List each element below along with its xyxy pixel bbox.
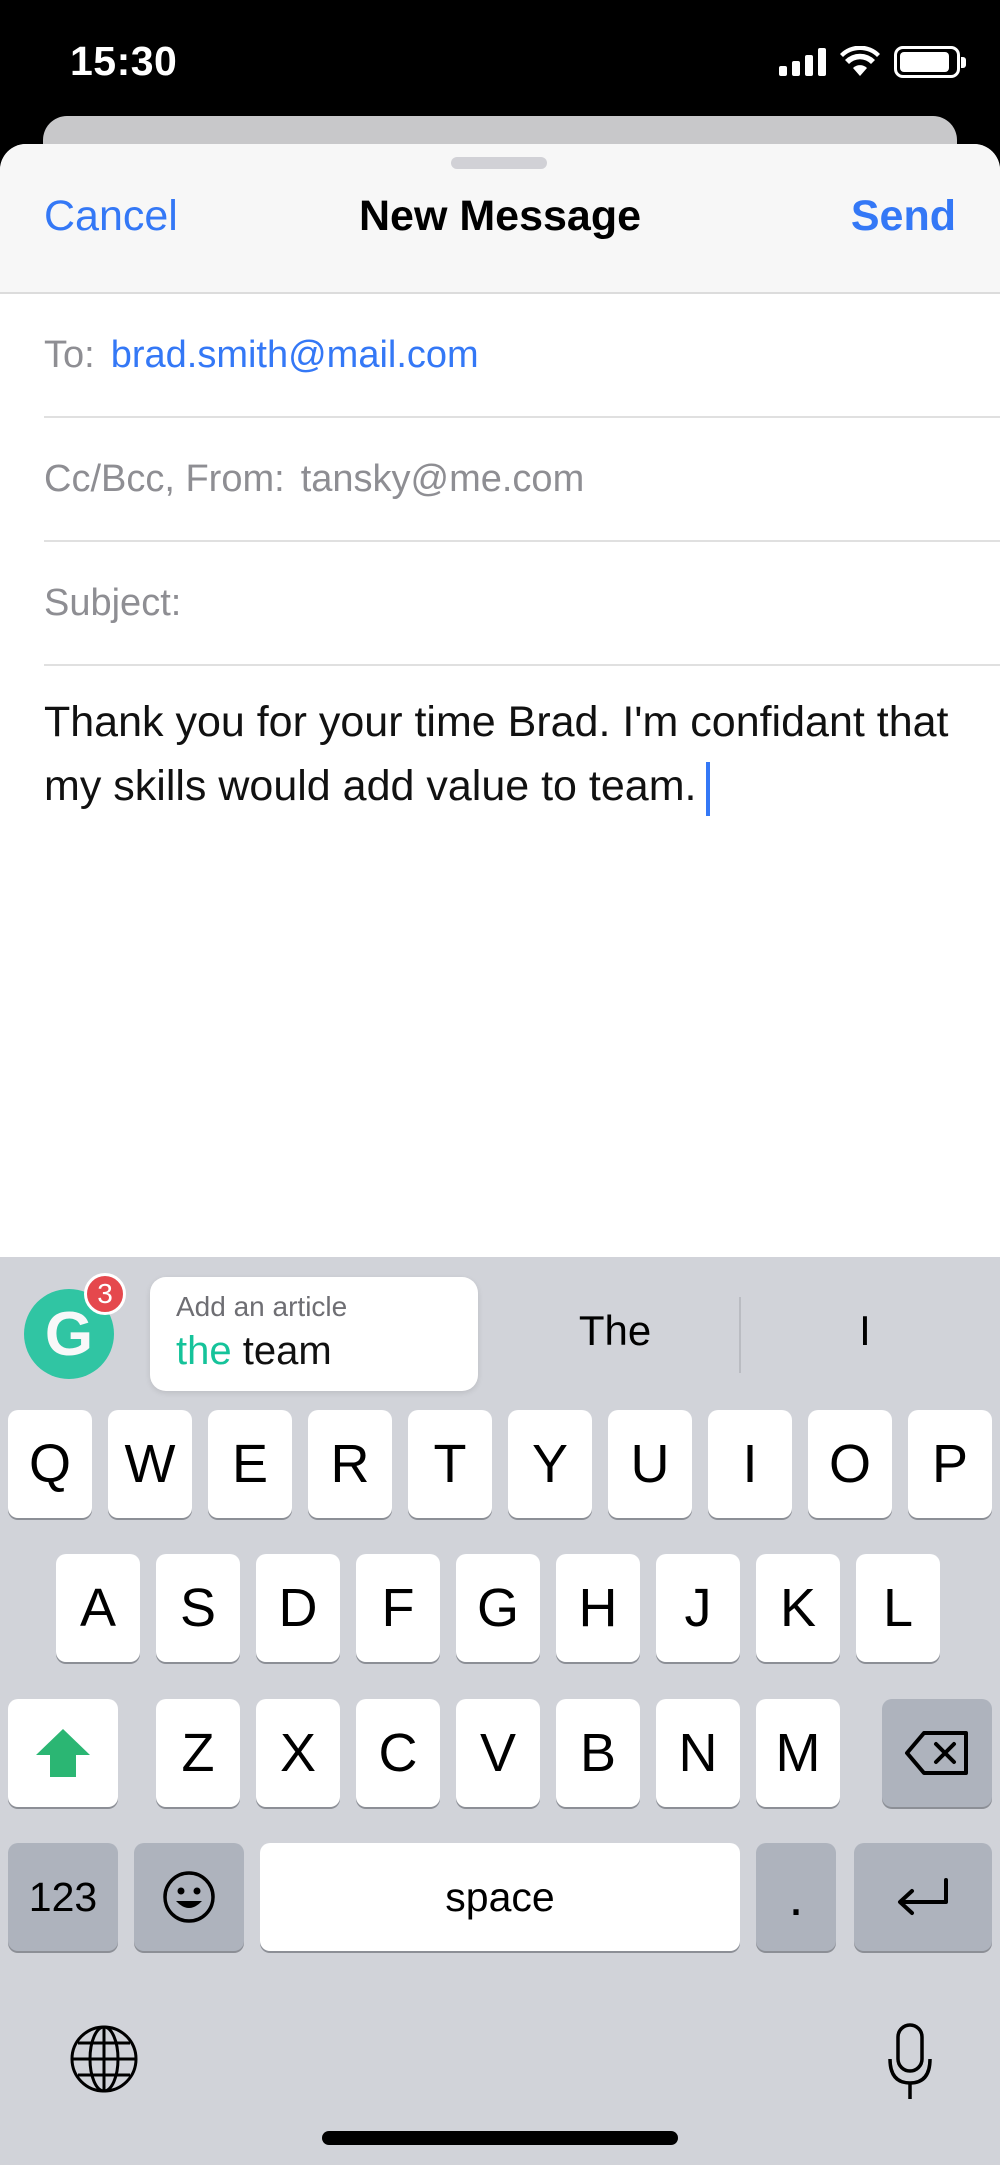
send-button[interactable]: Send: [851, 192, 956, 241]
key-d[interactable]: D: [256, 1554, 340, 1662]
battery-icon: [894, 46, 966, 78]
grammarly-badge: 3: [84, 1273, 126, 1315]
key-u[interactable]: U: [608, 1410, 692, 1518]
key-g[interactable]: G: [456, 1554, 540, 1662]
key-v[interactable]: V: [456, 1699, 540, 1807]
microphone-icon[interactable]: [884, 2023, 936, 2103]
status-icons: [779, 44, 966, 80]
key-t[interactable]: T: [408, 1410, 492, 1518]
suggested-word: team: [242, 1329, 332, 1373]
message-body[interactable]: Thank you for your time Brad. I'm confid…: [44, 690, 964, 818]
prediction-divider: [739, 1297, 741, 1373]
key-p[interactable]: P: [908, 1410, 992, 1518]
compose-nav-bar: New Message Cancel Send: [0, 144, 1000, 294]
cellular-signal-icon: [779, 48, 826, 76]
key-b[interactable]: B: [556, 1699, 640, 1807]
shift-arrow-icon: [36, 1729, 90, 1777]
shift-key[interactable]: [8, 1699, 118, 1807]
key-h[interactable]: H: [556, 1554, 640, 1662]
emoji-key[interactable]: [134, 1843, 244, 1951]
subject-field[interactable]: Subject:: [44, 542, 1000, 666]
suggestion-card-title: Add an article: [176, 1291, 348, 1322]
key-f[interactable]: F: [356, 1554, 440, 1662]
delete-key[interactable]: [882, 1699, 992, 1807]
backspace-icon: [905, 1731, 968, 1775]
key-c[interactable]: C: [356, 1699, 440, 1807]
suggested-article: the: [176, 1329, 232, 1373]
wifi-icon: [840, 46, 880, 76]
key-a[interactable]: A: [56, 1554, 140, 1662]
key-e[interactable]: E: [208, 1410, 292, 1518]
sheet-grabber[interactable]: [451, 157, 547, 169]
mail-compose-screen: 15:30 New Message Cancel Send To: brad.s…: [0, 0, 1000, 2165]
message-body-text: Thank you for your time Brad. I'm confid…: [44, 698, 949, 810]
key-x[interactable]: X: [256, 1699, 340, 1807]
key-o[interactable]: O: [808, 1410, 892, 1518]
key-j[interactable]: J: [656, 1554, 740, 1662]
key-r[interactable]: R: [308, 1410, 392, 1518]
return-key[interactable]: [854, 1843, 992, 1951]
period-key[interactable]: .: [756, 1843, 836, 1951]
status-bar: 15:30: [0, 0, 1000, 120]
home-indicator[interactable]: [322, 2131, 678, 2145]
suggestion-bar: G 3 Add an article the team The I: [0, 1257, 1000, 1407]
status-time: 15:30: [70, 38, 178, 84]
numbers-key[interactable]: 123: [8, 1843, 118, 1951]
prediction-item[interactable]: I: [785, 1307, 945, 1355]
key-l[interactable]: L: [856, 1554, 940, 1662]
key-q[interactable]: Q: [8, 1410, 92, 1518]
to-label: To:: [44, 333, 95, 376]
cc-bcc-from-field[interactable]: Cc/Bcc, From: tansky@me.com: [44, 418, 1000, 542]
to-field[interactable]: To: brad.smith@mail.com: [44, 294, 1000, 418]
space-key[interactable]: space: [260, 1843, 740, 1951]
emoji-icon: [163, 1871, 215, 1923]
prediction-item[interactable]: The: [535, 1307, 695, 1355]
cancel-button[interactable]: Cancel: [44, 192, 178, 241]
globe-icon[interactable]: [68, 2023, 140, 2095]
key-k[interactable]: K: [756, 1554, 840, 1662]
key-z[interactable]: Z: [156, 1699, 240, 1807]
key-w[interactable]: W: [108, 1410, 192, 1518]
cc-bcc-from-label: Cc/Bcc, From:: [44, 457, 285, 500]
subject-label: Subject:: [44, 581, 182, 624]
suggestion-card-text: the team: [176, 1329, 452, 1374]
key-s[interactable]: S: [156, 1554, 240, 1662]
grammarly-suggestion-card[interactable]: Add an article the team: [150, 1277, 478, 1391]
text-cursor: [706, 761, 711, 816]
key-n[interactable]: N: [656, 1699, 740, 1807]
key-y[interactable]: Y: [508, 1410, 592, 1518]
key-m[interactable]: M: [756, 1699, 840, 1807]
keyboard: G 3 Add an article the team The I Q W E …: [0, 1257, 1000, 2165]
from-address[interactable]: tansky@me.com: [301, 458, 585, 501]
grammarly-logo-icon: G: [44, 1299, 94, 1369]
return-icon: [898, 1878, 948, 1915]
to-recipient[interactable]: brad.smith@mail.com: [111, 334, 479, 377]
key-i[interactable]: I: [708, 1410, 792, 1518]
